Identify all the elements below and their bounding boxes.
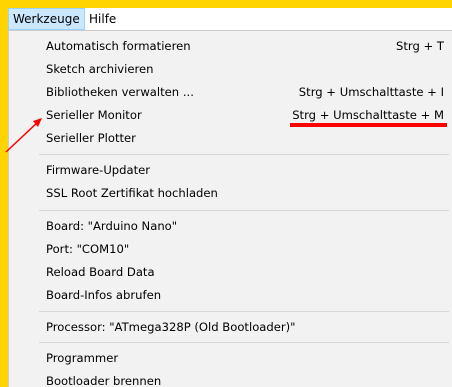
menu-item-ssl-root-zertifikat[interactable]: SSL Root Zertifikat hochladen bbox=[9, 182, 452, 204]
menu-item-label: Bibliotheken verwalten ... bbox=[46, 85, 194, 99]
menu-item-label: Port: "COM10" bbox=[46, 242, 130, 256]
menu-werkzeuge-label: Werkzeuge bbox=[13, 12, 80, 26]
menu-item-label: Board-Infos abrufen bbox=[46, 288, 162, 302]
menu-item-label: Reload Board Data bbox=[46, 265, 155, 279]
menu-item-shortcut: Strg + Umschalttaste + I bbox=[298, 85, 444, 99]
menu-item-label: SSL Root Zertifikat hochladen bbox=[46, 186, 218, 200]
menu-separator bbox=[39, 210, 449, 211]
menu-item-label: Programmer bbox=[46, 351, 119, 365]
menu-item-programmer[interactable]: Programmer bbox=[9, 347, 452, 369]
menubar: Werkzeuge Hilfe bbox=[8, 8, 452, 30]
menu-separator bbox=[39, 311, 449, 312]
menu-item-label: Board: "Arduino Nano" bbox=[46, 219, 178, 233]
menu-item-label: Sketch archivieren bbox=[46, 62, 154, 76]
menu-item-reload-board-data[interactable]: Reload Board Data bbox=[9, 261, 452, 283]
menu-item-shortcut: Strg + T bbox=[396, 39, 444, 53]
menu-item-serieller-monitor[interactable]: Serieller Monitor Strg + Umschalttaste +… bbox=[9, 104, 452, 126]
menu-item-firmware-updater[interactable]: Firmware-Updater bbox=[9, 159, 452, 181]
menu-item-processor[interactable]: Processor: "ATmega328P (Old Bootloader)" bbox=[9, 316, 452, 338]
werkzeuge-dropdown: Automatisch formatieren Strg + T Sketch … bbox=[8, 30, 452, 387]
menu-item-automatisch-formatieren[interactable]: Automatisch formatieren Strg + T bbox=[9, 35, 452, 57]
menu-item-bibliotheken-verwalten[interactable]: Bibliotheken verwalten ... Strg + Umscha… bbox=[9, 81, 452, 103]
menu-item-serieller-plotter[interactable]: Serieller Plotter bbox=[9, 127, 452, 149]
screenshot-root: Werkzeuge Hilfe Automatisch formatieren … bbox=[0, 0, 452, 387]
menu-separator bbox=[39, 342, 449, 343]
menu-item-label: Firmware-Updater bbox=[46, 163, 151, 177]
menu-item-label: Processor: "ATmega328P (Old Bootloader)" bbox=[46, 320, 296, 334]
menu-item-port[interactable]: Port: "COM10" bbox=[9, 238, 452, 260]
menu-item-label: Serieller Monitor bbox=[46, 108, 142, 122]
menu-item-sketch-archivieren[interactable]: Sketch archivieren bbox=[9, 58, 452, 80]
menu-item-bootloader-brennen[interactable]: Bootloader brennen bbox=[9, 370, 452, 387]
menu-item-label: Bootloader brennen bbox=[46, 374, 162, 387]
highlight-border-left bbox=[0, 0, 8, 387]
menu-hilfe-label: Hilfe bbox=[89, 12, 117, 26]
menu-separator bbox=[39, 154, 449, 155]
menu-item-label: Automatisch formatieren bbox=[46, 39, 191, 53]
menu-hilfe[interactable]: Hilfe bbox=[85, 8, 120, 30]
menu-item-board-infos[interactable]: Board-Infos abrufen bbox=[9, 284, 452, 306]
menu-item-label: Serieller Plotter bbox=[46, 131, 136, 145]
menu-werkzeuge[interactable]: Werkzeuge bbox=[8, 8, 85, 30]
menu-item-board[interactable]: Board: "Arduino Nano" bbox=[9, 215, 452, 237]
highlight-border-top bbox=[0, 0, 452, 8]
menu-item-shortcut: Strg + Umschalttaste + M bbox=[292, 108, 444, 122]
